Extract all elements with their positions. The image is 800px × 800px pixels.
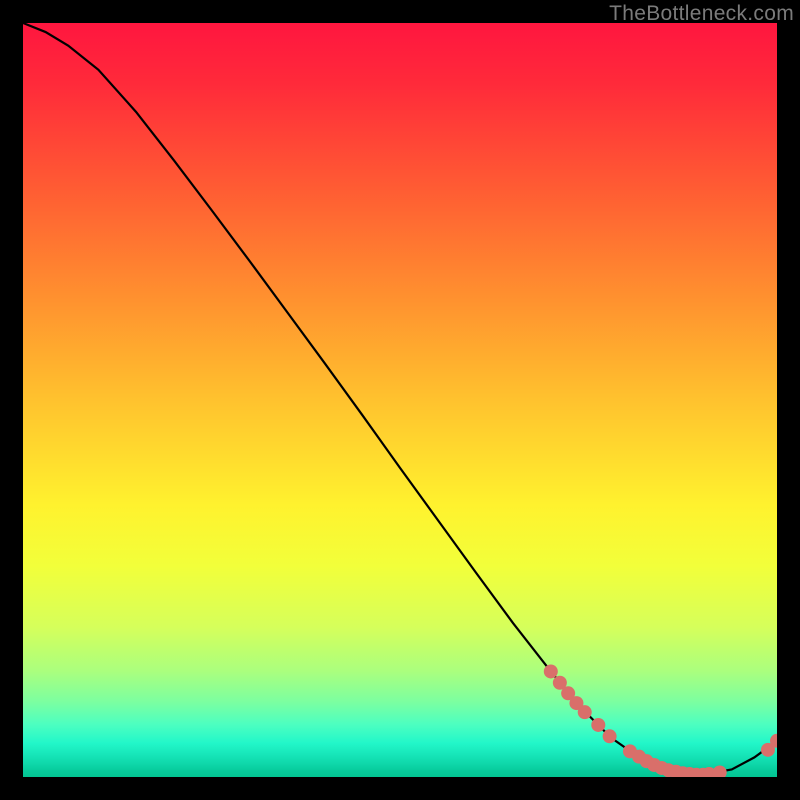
data-marker <box>544 664 558 678</box>
curve-layer <box>23 23 777 777</box>
chart-stage: TheBottleneck.com <box>0 0 800 800</box>
plot-area <box>23 23 777 777</box>
data-marker <box>603 729 617 743</box>
data-marker <box>578 705 592 719</box>
main-curve <box>23 23 777 775</box>
data-marker <box>591 718 605 732</box>
data-marker <box>713 765 727 777</box>
marker-group <box>544 664 777 777</box>
